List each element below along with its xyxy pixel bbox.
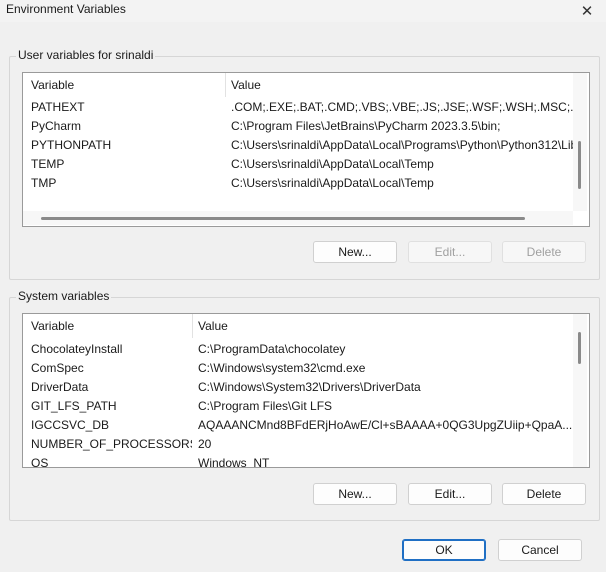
variable-value: Windows_NT [198, 456, 270, 468]
variable-name: TEMP [31, 157, 65, 171]
variable-name: ChocolateyInstall [31, 342, 123, 356]
list-item[interactable]: ChocolateyInstall C:\ProgramData\chocolat… [23, 340, 573, 359]
list-header: Variable Value [23, 314, 589, 338]
variable-name: PyCharm [31, 119, 82, 133]
list-item[interactable]: TMP C:\Users\srinaldi\AppData\Local\Temp [23, 174, 573, 193]
list-item[interactable]: NUMBER_OF_PROCESSORS 20 [23, 435, 573, 454]
variable-value: C:\Users\srinaldi\AppData\Local\Temp [231, 157, 434, 171]
variable-value: C:\ProgramData\chocolatey [198, 342, 346, 356]
cancel-button[interactable]: Cancel [498, 539, 582, 561]
column-separator[interactable] [225, 73, 226, 97]
variable-name: OS [31, 456, 49, 468]
list-item[interactable]: OS Windows_NT [23, 454, 573, 468]
column-header-value[interactable]: Value [198, 314, 228, 338]
list-item[interactable]: IGCCSVC_DB AQAAANCMnd8BFdERjHoAwE/Cl+sBAA… [23, 416, 573, 435]
column-separator[interactable] [192, 314, 193, 338]
scrollbar-thumb[interactable] [41, 217, 525, 220]
ok-button[interactable]: OK [402, 539, 486, 561]
variable-value: .COM;.EXE;.BAT;.CMD;.VBS;.VBE;.JS;.JSE;.… [231, 100, 573, 114]
list-item[interactable]: PYTHONPATH C:\Users\srinaldi\AppData\Loca… [23, 136, 573, 155]
variable-name: TMP [31, 176, 57, 190]
variable-value: AQAAANCMnd8BFdERjHoAwE/Cl+sBAAAA+0QG3Upg… [198, 418, 573, 432]
system-new-button[interactable]: New... [313, 483, 397, 505]
variable-name: GIT_LFS_PATH [31, 399, 117, 413]
vertical-scrollbar[interactable] [573, 73, 587, 211]
system-variables-label: System variables [16, 289, 112, 303]
vertical-scrollbar[interactable] [573, 314, 587, 467]
user-edit-button[interactable]: Edit... [408, 241, 492, 263]
variable-name: PATHEXT [31, 100, 85, 114]
window-title: Environment Variables [6, 2, 126, 16]
variable-name: NUMBER_OF_PROCESSORS [31, 437, 192, 451]
scrollbar-thumb[interactable] [578, 332, 581, 364]
column-header-variable[interactable]: Variable [31, 73, 74, 97]
variable-name: DriverData [31, 380, 89, 394]
user-variables-label: User variables for srinaldi [16, 48, 156, 62]
list-item[interactable]: ComSpec C:\Windows\system32\cmd.exe [23, 359, 573, 378]
scrollbar-thumb[interactable] [578, 141, 581, 189]
close-icon[interactable]: ✕ [576, 0, 598, 22]
user-new-button[interactable]: New... [313, 241, 397, 263]
system-variables-list[interactable]: Variable Value ChocolateyInstall C:\Progr… [22, 313, 590, 468]
list-item[interactable]: DriverData C:\Windows\System32\Drivers\Dr… [23, 378, 573, 397]
variable-value: C:\Windows\system32\cmd.exe [198, 361, 366, 375]
variable-value: C:\Windows\System32\Drivers\DriverData [198, 380, 421, 394]
variable-value: C:\Program Files\JetBrains\PyCharm 2023.… [231, 119, 501, 133]
column-header-value[interactable]: Value [231, 73, 261, 97]
user-delete-button[interactable]: Delete [502, 241, 586, 263]
variable-name: IGCCSVC_DB [31, 418, 110, 432]
variable-value: C:\Users\srinaldi\AppData\Local\Temp [231, 176, 434, 190]
column-header-variable[interactable]: Variable [31, 314, 74, 338]
variable-name: ComSpec [31, 361, 84, 375]
list-item[interactable]: PATHEXT .COM;.EXE;.BAT;.CMD;.VBS;.VBE;.JS… [23, 98, 573, 117]
variable-value: C:\Program Files\Git LFS [198, 399, 333, 413]
system-delete-button[interactable]: Delete [502, 483, 586, 505]
title-bar: Environment Variables ✕ [0, 0, 606, 22]
variable-value: 20 [198, 437, 212, 451]
list-item[interactable]: TEMP C:\Users\srinaldi\AppData\Local\Temp [23, 155, 573, 174]
variable-name: PYTHONPATH [31, 138, 112, 152]
system-edit-button[interactable]: Edit... [408, 483, 492, 505]
user-variables-list[interactable]: Variable Value PATHEXT .COM;.EXE;.BAT;.CM… [22, 72, 590, 227]
horizontal-scrollbar[interactable] [23, 211, 573, 225]
list-item[interactable]: GIT_LFS_PATH C:\Program Files\Git LFS [23, 397, 573, 416]
list-item[interactable]: PyCharm C:\Program Files\JetBrains\PyChar… [23, 117, 573, 136]
variable-value: C:\Users\srinaldi\AppData\Local\Programs… [231, 138, 573, 152]
list-header: Variable Value [23, 73, 589, 97]
